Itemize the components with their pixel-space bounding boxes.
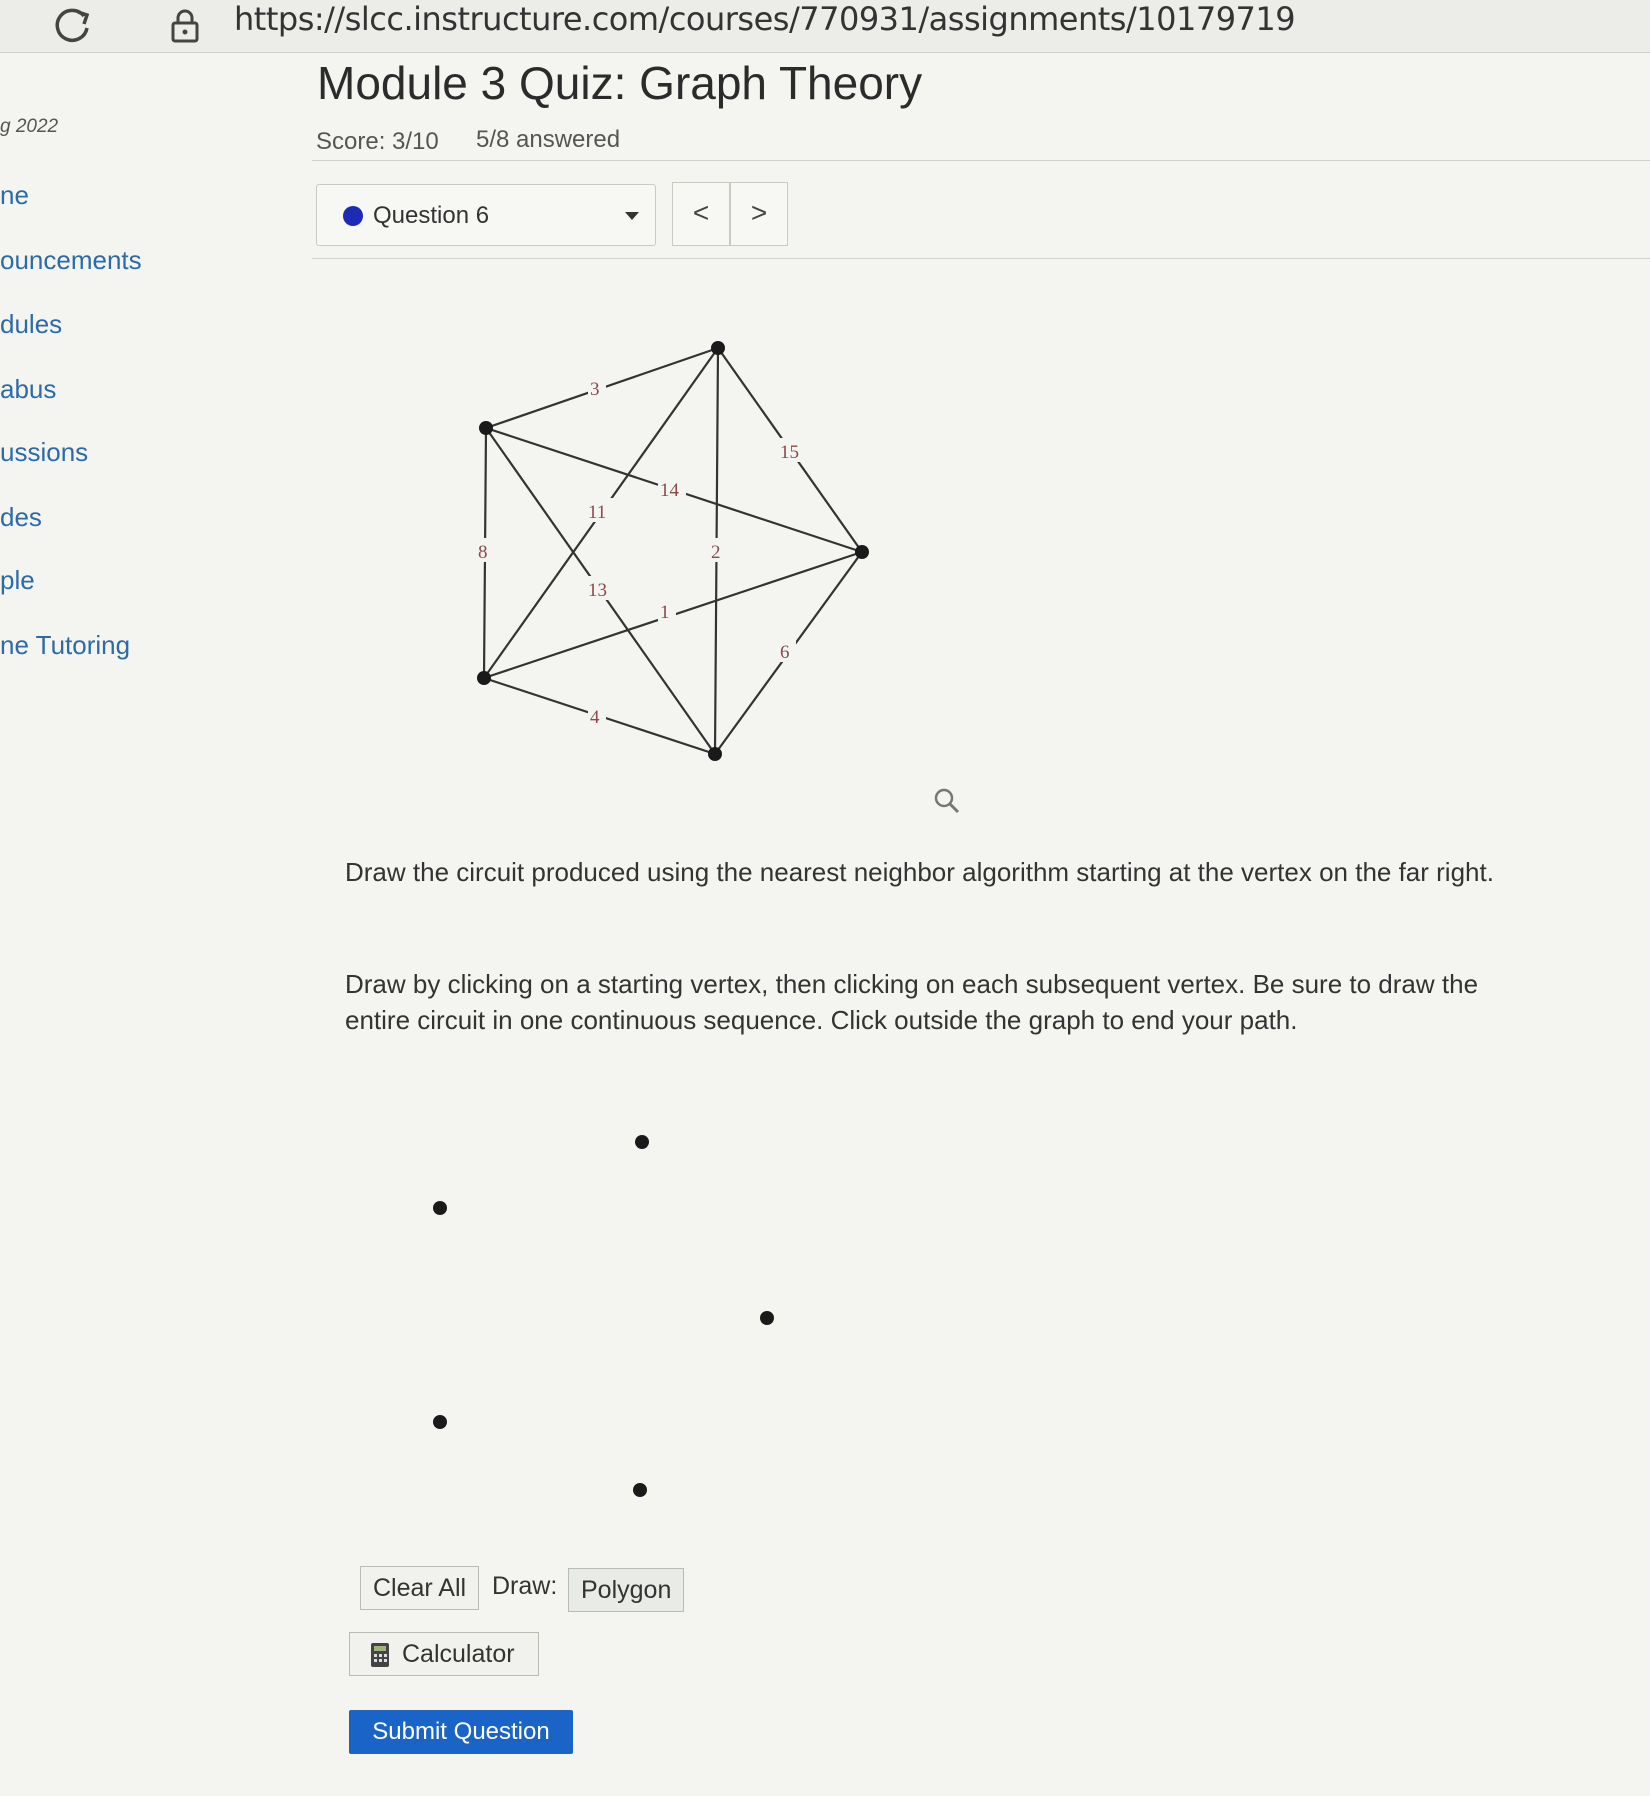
sidebar-item-people[interactable]: ple — [0, 565, 35, 596]
page-title: Module 3 Quiz: Graph Theory — [317, 57, 923, 109]
question-status-dot — [343, 206, 363, 226]
calculator-button[interactable]: Calculator — [349, 1632, 539, 1676]
magnifier-icon[interactable] — [932, 786, 962, 816]
edge-weight-label: 15 — [780, 442, 799, 463]
graph-vertex — [855, 545, 869, 559]
graph-vertex — [477, 671, 491, 685]
weighted-graph: 3 15 14 11 8 2 13 1 6 4 — [476, 341, 869, 761]
edge-weight-label: 2 — [711, 542, 721, 563]
clear-all-button[interactable]: Clear All — [360, 1566, 480, 1610]
chevron-down-icon — [625, 212, 639, 220]
divider — [312, 160, 1650, 161]
draw-vertex[interactable] — [633, 1483, 647, 1497]
polygon-tool-button[interactable]: Polygon — [568, 1568, 685, 1612]
edge-weight-label: 11 — [588, 502, 606, 523]
graph-vertex — [708, 747, 722, 761]
divider — [312, 258, 1650, 259]
score-text: Score: 3/10 — [316, 128, 439, 155]
edge-weight-label: 14 — [660, 480, 680, 501]
question-select-label: Question 6 — [373, 202, 490, 229]
drawing-canvas[interactable] — [400, 1100, 820, 1520]
next-question-button[interactable]: > — [730, 182, 788, 246]
calculator-icon — [371, 1643, 389, 1667]
reload-icon[interactable] — [50, 4, 94, 48]
draw-vertex[interactable] — [433, 1201, 447, 1215]
sidebar-item-home[interactable]: ne — [0, 180, 29, 211]
draw-vertex[interactable] — [635, 1135, 649, 1149]
sidebar-item-discussions[interactable]: ussions — [0, 437, 88, 468]
sidebar-item-grades[interactable]: des — [0, 502, 42, 533]
edge-weight-label: 6 — [780, 642, 790, 663]
sidebar-item-syllabus[interactable]: abus — [0, 374, 56, 405]
question-instructions: Draw the circuit produced using the near… — [345, 857, 1494, 887]
term-label: g 2022 — [0, 116, 59, 137]
draw-vertex[interactable] — [433, 1415, 447, 1429]
lock-icon — [171, 9, 199, 43]
question-select[interactable]: Question 6 — [316, 184, 656, 246]
edge-weight-label: 4 — [590, 707, 600, 728]
draw-vertex[interactable] — [760, 1311, 774, 1325]
calculator-button-label: Calculator — [402, 1640, 515, 1668]
draw-mode-label: Draw: — [492, 1572, 558, 1600]
url-field[interactable]: https://slcc.instructure.com/courses/770… — [234, 0, 1296, 38]
sidebar-item-modules[interactable]: dules — [0, 309, 62, 340]
drawing-instructions: Draw by clicking on a starting vertex, t… — [345, 969, 1479, 1035]
browser-address-bar: https://slcc.instructure.com/courses/770… — [0, 0, 1650, 53]
submit-question-button[interactable]: Submit Question — [349, 1710, 573, 1754]
edge-weight-label: 1 — [660, 602, 670, 623]
sidebar-item-announcements[interactable]: ouncements — [0, 245, 142, 276]
graph-vertex — [479, 421, 493, 435]
graph-vertex — [711, 341, 725, 355]
sidebar-item-online-tutoring[interactable]: ne Tutoring — [0, 630, 130, 661]
previous-question-button[interactable]: < — [672, 182, 730, 246]
edge-weight-label: 8 — [478, 542, 488, 563]
edge-weight-label: 3 — [590, 379, 600, 400]
answered-count: 5/8 answered — [476, 126, 621, 153]
edge-weight-label: 13 — [588, 580, 607, 601]
